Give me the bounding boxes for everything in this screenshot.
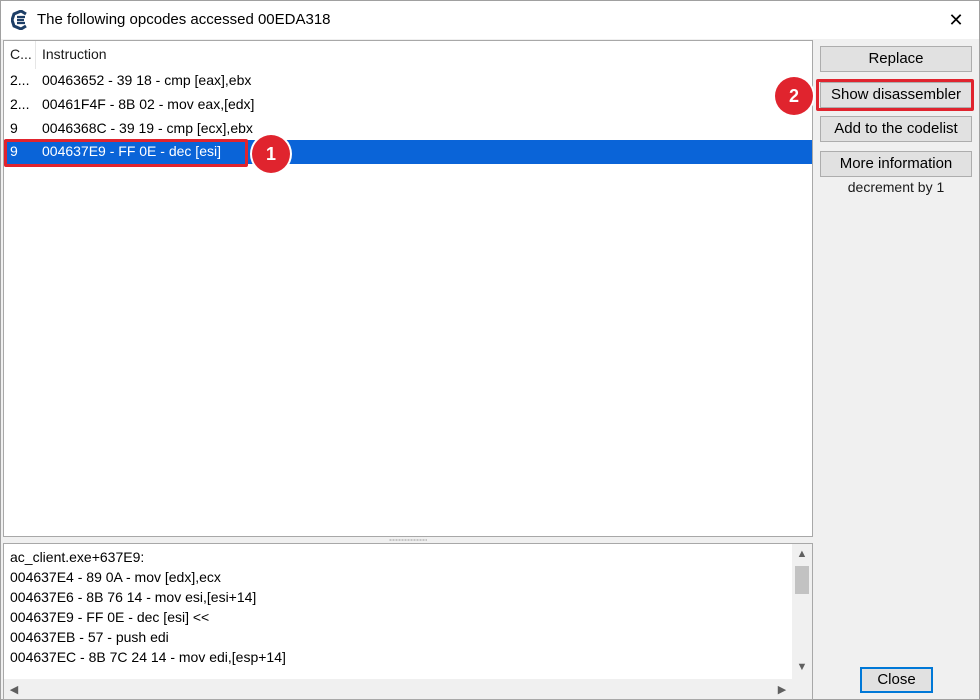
list-row[interactable]: 2... 00461F4F - 8B 02 - mov eax,[edx] [4, 93, 812, 117]
row-instruction: 00463652 - 39 18 - cmp [eax],ebx [42, 72, 252, 88]
disasm-line: 004637E4 - 89 0A - mov [edx],ecx [10, 569, 221, 585]
disasm-line: 004637E6 - 8B 76 14 - mov esi,[esi+14] [10, 589, 257, 605]
add-to-codelist-button[interactable]: Add to the codelist [820, 116, 972, 142]
close-button[interactable]: Close [860, 667, 933, 693]
scroll-down-icon[interactable]: ▼ [792, 657, 812, 677]
scroll-thumb[interactable] [795, 566, 809, 594]
highlight-box-2 [816, 79, 974, 111]
row-instruction: 0046368C - 39 19 - cmp [ecx],ebx [42, 120, 253, 136]
scroll-left-icon[interactable]: ◀ [4, 679, 24, 699]
list-row[interactable]: 2... 00463652 - 39 18 - cmp [eax],ebx [4, 69, 812, 93]
list-row[interactable]: 9 0046368C - 39 19 - cmp [ecx],ebx [4, 117, 812, 141]
row-instruction: 00461F4F - 8B 02 - mov eax,[edx] [42, 96, 255, 112]
opcodes-window: The following opcodes accessed 00EDA318 … [0, 0, 980, 700]
replace-button[interactable]: Replace [820, 46, 972, 72]
horizontal-scrollbar[interactable]: ◀ ▶ [4, 679, 812, 699]
scroll-right-icon[interactable]: ▶ [772, 679, 792, 699]
column-header-count[interactable]: C... [4, 41, 36, 69]
title-bar: The following opcodes accessed 00EDA318 … [1, 1, 979, 39]
cheat-engine-icon [10, 9, 29, 31]
disassembly-preview[interactable]: ac_client.exe+637E9: 004637E4 - 89 0A - … [3, 543, 813, 700]
vertical-scrollbar[interactable]: ▲ ▼ [792, 544, 812, 679]
row-count: 2... [10, 96, 30, 112]
disasm-line: ac_client.exe+637E9: [10, 549, 145, 565]
disasm-line: 004637E9 - FF 0E - dec [esi] << [10, 609, 210, 625]
splitter-grip [389, 539, 427, 541]
window-close-icon[interactable]: ✕ [933, 1, 979, 39]
disasm-line: 004637EC - 8B 7C 24 14 - mov edi,[esp+14… [10, 649, 286, 665]
more-information-button[interactable]: More information [820, 151, 972, 177]
row-count: 2... [10, 72, 30, 88]
highlight-box-1 [4, 139, 248, 167]
row-count: 9 [10, 120, 18, 136]
column-header-instruction[interactable]: Instruction [37, 41, 107, 69]
opcode-list[interactable]: C... Instruction 2... 00463652 - 39 18 -… [3, 40, 813, 537]
list-header: C... Instruction [4, 41, 812, 69]
instruction-description: decrement by 1 [847, 179, 945, 195]
disasm-line: 004637EB - 57 - push edi [10, 629, 169, 645]
annotation-badge-1: 1 [252, 135, 290, 173]
window-title: The following opcodes accessed 00EDA318 [37, 11, 331, 28]
annotation-badge-2: 2 [775, 77, 813, 115]
scroll-up-icon[interactable]: ▲ [792, 544, 812, 564]
